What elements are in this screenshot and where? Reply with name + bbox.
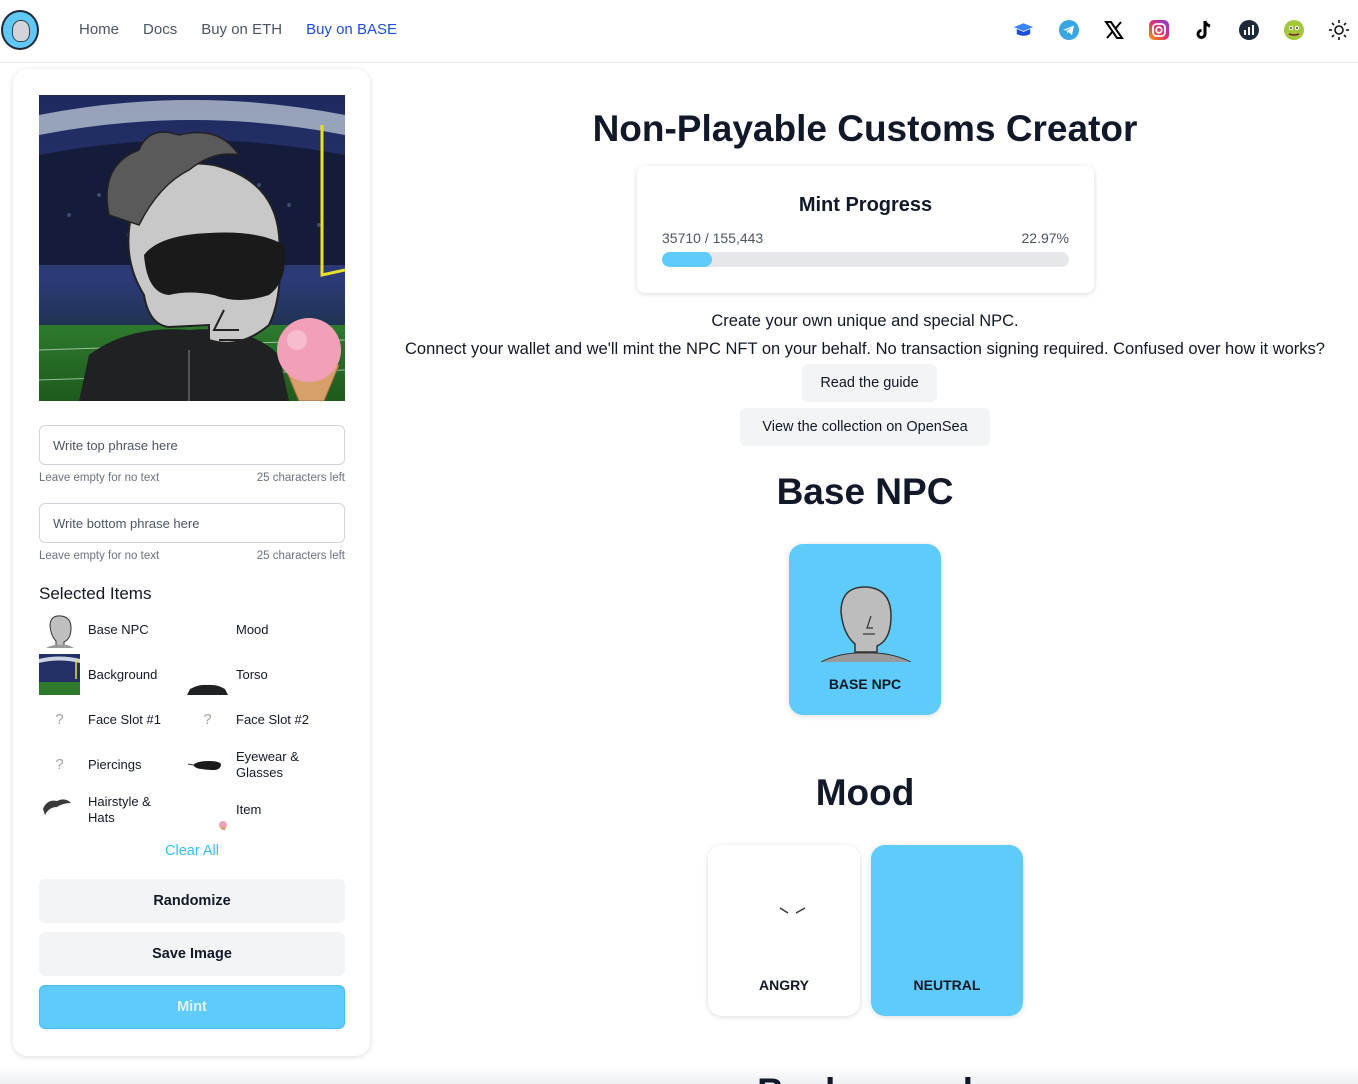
bottom-phrase-input[interactable] [39,503,345,543]
social-links [1012,18,1350,41]
mood-card-neutral[interactable]: NEUTRAL [871,845,1023,1016]
nav-buy-eth[interactable]: Buy on ETH [201,21,282,38]
nav-home[interactable]: Home [79,21,119,38]
selected-item-label: Mood [236,621,269,637]
editor-panel: Leave empty for no text 25 characters le… [13,69,370,1056]
base-npc-section-title: Base NPC [776,471,954,512]
angry-eyes-icon [779,907,806,914]
hair-bun-thumb [39,789,80,830]
selected-item-eyewear[interactable]: Eyewear & Glasses [187,744,316,785]
npc-head-icon [821,586,911,662]
tiktok-icon[interactable] [1192,18,1215,41]
selected-item-label: Torso [236,666,268,682]
page-title: Non-Playable Customs Creator [592,108,1138,149]
mint-progress-title: Mint Progress [798,194,933,216]
selected-item-face-slot-2[interactable]: ? Face Slot #2 [187,699,316,740]
torso-thumb [187,654,228,695]
selected-items-title: Selected Items [39,584,152,603]
selected-item-label: Background [88,666,158,682]
npc-preview-image [39,95,345,401]
bottom-phrase-hint-text: Leave empty for no text [39,550,160,562]
intro-text: Create your own unique and special NPC. [711,312,1019,330]
mood-thumb [187,609,228,650]
mint-percent: 22.97% [1021,230,1069,246]
mint-button[interactable]: Mint [39,985,345,1029]
selected-item-label: Face Slot #1 [88,711,161,727]
mood-card-angry[interactable]: ANGRY [708,845,860,1016]
sun-icon[interactable] [1327,18,1350,41]
eye-mask-thumb [187,744,228,785]
selected-item-piercings[interactable]: ? Piercings [39,744,168,785]
bottom-phrase-char-count: 25 characters left [256,550,345,562]
selected-item-label: Eyewear & Glasses [236,748,299,780]
selected-item-face-slot-1[interactable]: ? Face Slot #1 [39,699,168,740]
question-mark-icon: ? [55,711,64,728]
opensea-button[interactable]: View the collection on OpenSea [740,408,990,446]
main-nav: Home Docs Buy on ETH Buy on BASE [79,21,397,38]
selected-item-hairstyle[interactable]: Hairstyle & Hats [39,789,168,830]
selected-item-label: Face Slot #2 [236,711,309,727]
base-npc-card-label: BASE NPC [828,676,902,692]
selected-item-label: Piercings [88,756,142,772]
stadium-thumb [39,654,80,695]
x-icon[interactable] [1102,18,1125,41]
npc-head-thumb [39,609,80,650]
book-icon[interactable] [1012,18,1035,41]
nav-docs[interactable]: Docs [143,21,177,38]
base-npc-card[interactable]: BASE NPC [789,544,941,715]
question-mark-icon: ? [55,756,64,773]
chart-icon[interactable] [1237,18,1260,41]
selected-item-background[interactable]: Background [39,654,168,695]
mood-card-label: ANGRY [758,977,810,993]
wallet-text: Connect your wallet and we'll mint the N… [405,340,1325,358]
top-phrase-char-count: 25 characters left [256,472,345,484]
ice-cream-thumb [187,789,228,830]
question-mark-icon: ? [203,711,212,728]
mood-section-title: Mood [815,772,915,813]
clear-all-button[interactable]: Clear All [39,843,345,859]
nav-buy-base[interactable]: Buy on BASE [306,21,397,38]
selected-item-torso[interactable]: Torso [187,654,316,695]
selected-item-base-npc[interactable]: Base NPC [39,609,168,650]
top-phrase-hint: Leave empty for no text 25 characters le… [39,472,345,484]
background-section-title: Background [380,1072,1350,1084]
top-phrase-hint-text: Leave empty for no text [39,472,160,484]
telegram-icon[interactable] [1057,18,1080,41]
mood-card-label: NEUTRAL [913,977,981,993]
mint-progress-card: Mint Progress 35710 / 155,443 22.97% [637,166,1094,293]
bottom-phrase-hint: Leave empty for no text 25 characters le… [39,550,345,562]
selected-item-label: Item [236,801,262,817]
top-phrase-input[interactable] [39,425,345,465]
selected-item-label: Hairstyle & Hats [88,793,151,825]
randomize-button[interactable]: Randomize [39,879,345,923]
pepe-icon[interactable] [1282,18,1305,41]
selected-item-item[interactable]: Item [187,789,316,830]
selected-item-label: Base NPC [88,621,149,637]
mint-progress-fill [662,252,713,267]
mint-progress-bar [662,252,1069,267]
instagram-icon[interactable] [1147,18,1170,41]
selected-item-mood[interactable]: Mood [187,609,316,650]
save-image-button[interactable]: Save Image [39,932,345,976]
top-navbar: Home Docs Buy on ETH Buy on BASE [0,0,1358,63]
read-guide-button[interactable]: Read the guide [802,364,937,402]
mint-count: 35710 / 155,443 [662,230,764,246]
npc-logo[interactable] [1,10,39,50]
